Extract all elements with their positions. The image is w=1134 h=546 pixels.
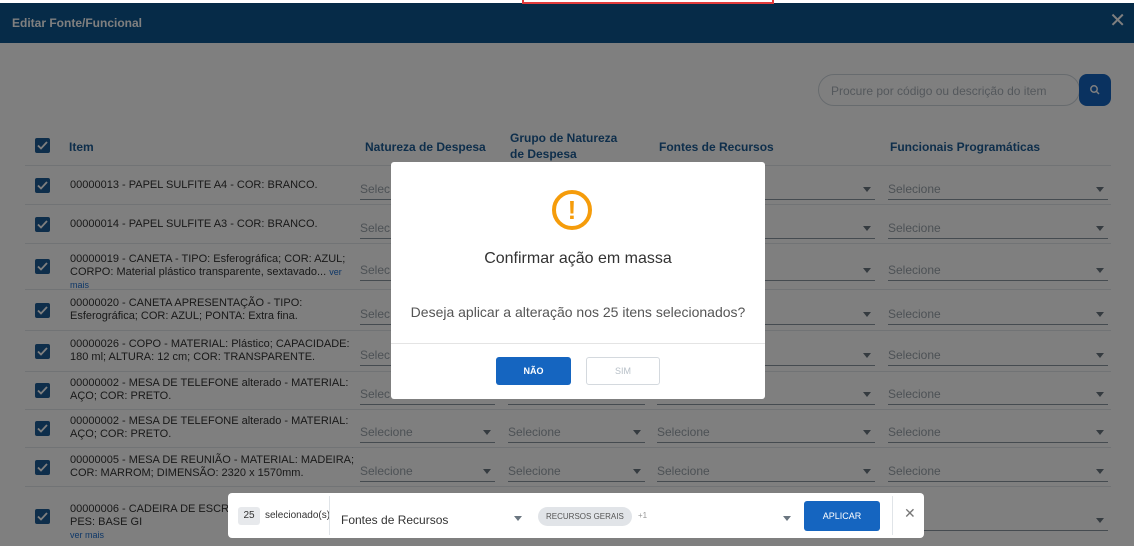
selected-count-label: selecionado(s): [265, 510, 331, 521]
chevron-down-icon[interactable]: [783, 516, 791, 521]
close-icon[interactable]: ✕: [904, 505, 916, 522]
field-select[interactable]: Fontes de Recursos: [341, 513, 448, 527]
bulk-action-bar: 25 selecionado(s) Fontes de Recursos REC…: [228, 493, 924, 538]
top-edge-marker: [522, 0, 774, 4]
warning-icon: !: [552, 190, 592, 230]
bar-divider: [892, 496, 893, 535]
dialog-divider: [391, 343, 765, 344]
value-tag[interactable]: RECURSOS GERAIS: [538, 507, 632, 526]
chevron-down-icon[interactable]: [514, 516, 522, 521]
no-button[interactable]: NÃO: [496, 357, 571, 385]
confirm-dialog: ! Confirmar ação em massa Deseja aplicar…: [391, 162, 765, 399]
confirm-title: Confirmar ação em massa: [484, 250, 672, 267]
bar-divider: [329, 496, 330, 535]
confirm-message: Deseja aplicar a alteração nos 25 itens …: [410, 304, 746, 320]
tag-more-count: +1: [638, 511, 648, 520]
yes-button[interactable]: SIM: [586, 357, 660, 385]
selected-count: 25: [238, 507, 260, 525]
apply-button[interactable]: APLICAR: [804, 501, 880, 531]
